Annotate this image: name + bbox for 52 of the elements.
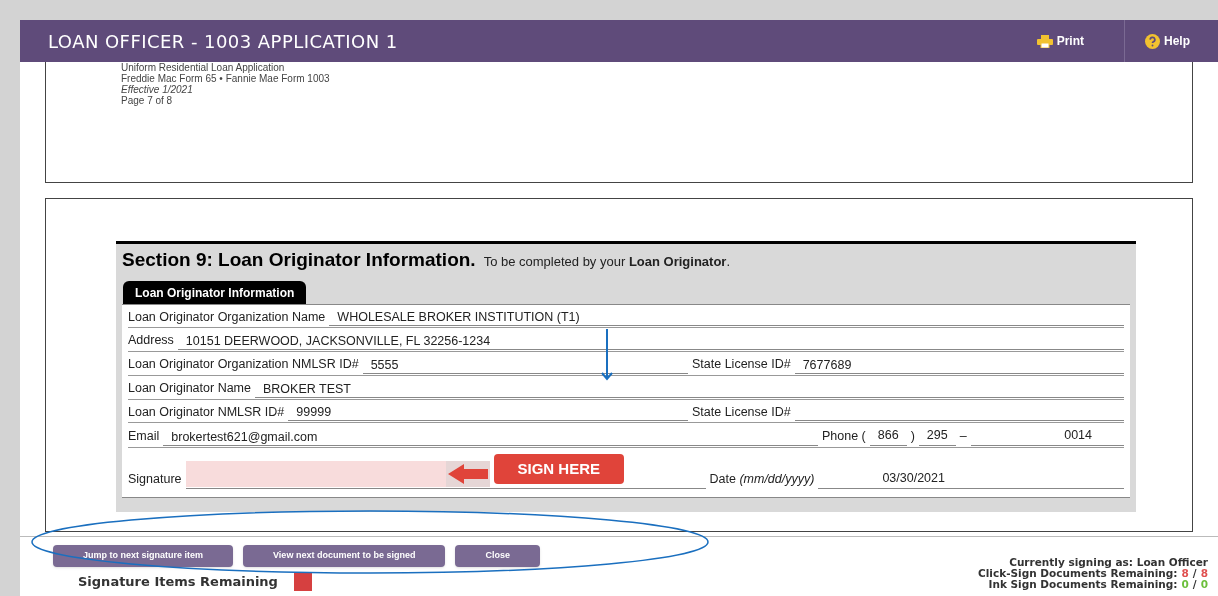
count-total: 8 [1200, 568, 1208, 579]
field-value: 03/30/2021 [882, 471, 945, 486]
field-label: Address [128, 332, 174, 350]
signing-as-text: Currently signing as: Loan Officer [1009, 557, 1208, 568]
help-icon [1145, 33, 1160, 49]
count-separator: / [1192, 568, 1197, 579]
field-label: Phone ( [822, 428, 866, 446]
field-value: 5555 [370, 357, 399, 372]
section-subtitle: To be completed by your Loan Originator. [483, 253, 730, 271]
document-header-text: Page 7 of 8 [121, 95, 174, 106]
window-title: LOAN OFFICER - 1003 APPLICATION 1 [48, 29, 399, 54]
field-label: Loan Originator Name [128, 379, 251, 397]
field-label: – [959, 428, 967, 446]
signature-field[interactable] [185, 461, 446, 487]
count-total: 0 [1200, 579, 1208, 590]
field-label: Loan Originator Organization Name [128, 308, 326, 326]
help-button[interactable]: Help [1124, 20, 1190, 62]
document-header-text: Effective 1/2021 [121, 84, 194, 95]
field-value: brokertest621@gmail.com [171, 430, 318, 444]
document-header-text: Uniform Residential Loan Application [121, 62, 285, 73]
field-value: WHOLESALE BROKER INSTITUTION (T1) [337, 310, 580, 325]
action-button[interactable]: Jump to next signature item [53, 545, 234, 567]
count-label: Click-Sign Documents Remaining: [978, 568, 1178, 579]
field-value: 10151 DEERWOOD, JACKSONVILLE, FL 32256-1234 [185, 334, 491, 348]
field-value: BROKER TEST [263, 381, 351, 396]
count-value: 0 [1181, 579, 1189, 590]
sign-here-button[interactable]: SIGN HERE [493, 454, 625, 484]
field-value: 7677689 [802, 357, 852, 372]
down-arrow-annotation [601, 329, 613, 381]
field-label: ) [910, 428, 915, 446]
count-label: Ink Sign Documents Remaining: [988, 579, 1178, 590]
left-arrow-icon [445, 461, 490, 487]
signature-items-label: Signature Items Remaining [78, 573, 278, 591]
count-separator: / [1192, 579, 1197, 590]
action-button[interactable]: Close [455, 545, 540, 567]
field-label: Email [128, 428, 160, 446]
field-value: 866 [869, 426, 907, 446]
document-header-text: Freddie Mac Form 65 • Fannie Mae Form 1003 [121, 73, 331, 84]
field-label: Date (mm/dd/yyyy) [709, 471, 815, 489]
section-title: Section 9: Loan Originator Information. [122, 248, 476, 272]
field-value: 295 [918, 426, 956, 446]
field-value: 99999 [296, 405, 332, 420]
field-label: Loan Originator NMLSR ID# [128, 403, 285, 421]
count-value: 8 [1181, 568, 1189, 579]
print-button[interactable]: Print [1036, 20, 1124, 62]
field-label: Signature [128, 471, 182, 489]
action-button[interactable]: View next document to be signed [243, 545, 446, 567]
field-label: State License ID# [692, 356, 791, 373]
field-label: State License ID# [692, 403, 791, 421]
printer-icon [1036, 34, 1053, 48]
field-value: 0014 [970, 426, 1124, 446]
field-label: Loan Originator Organization NMLSR ID# [128, 356, 359, 373]
